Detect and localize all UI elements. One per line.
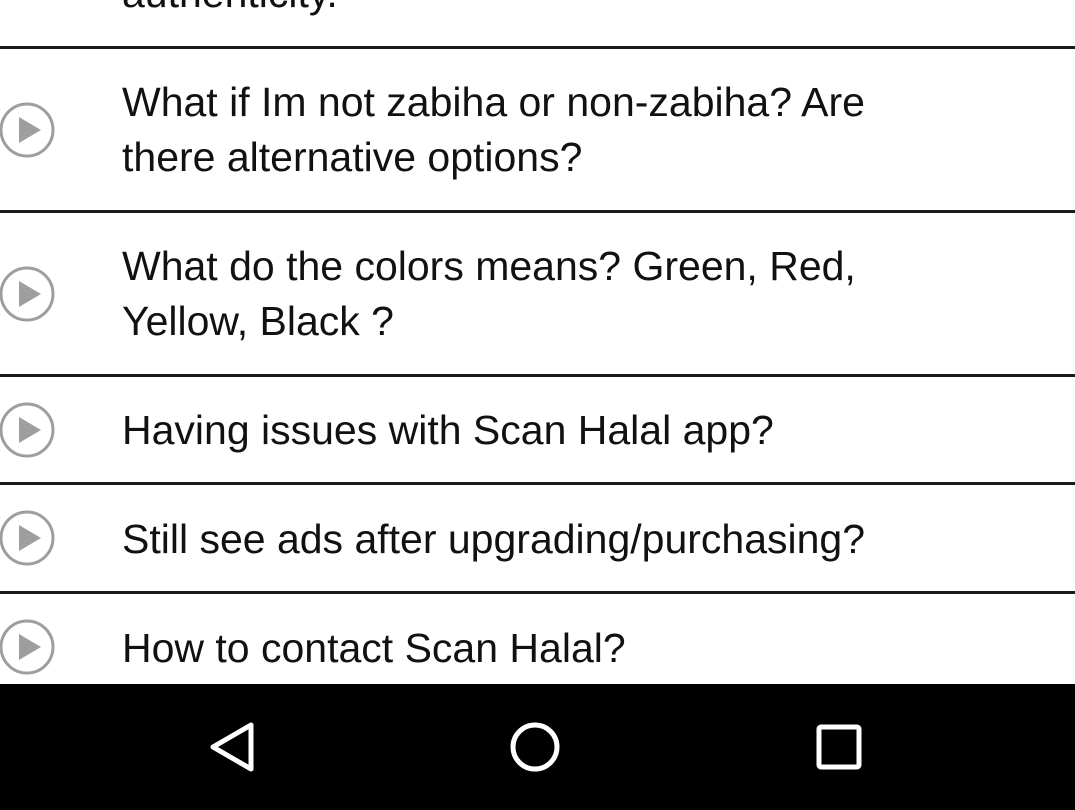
play-circle-icon [0,402,55,458]
faq-item-ads[interactable]: Still see ads after upgrading/purchasing… [0,485,1075,591]
play-circle-icon [0,266,55,322]
recents-icon[interactable] [809,717,869,777]
faq-item-label: Still see ads after upgrading/purchasing… [122,516,866,562]
faq-item-partial[interactable]: authenticity. [0,0,1075,47]
play-circle-icon [0,102,55,158]
screen: authenticity. What if Im not zabiha or n… [0,0,1075,810]
system-nav-bar [0,684,1075,810]
faq-item-label: What do the colors means? Green, Red, Ye… [122,243,856,344]
faq-item-label: Having issues with Scan Halal app? [122,407,774,453]
faq-list: authenticity. What if Im not zabiha or n… [0,0,1075,684]
faq-item-label: What if Im not zabiha or non-zabiha? Are… [122,79,865,180]
faq-item-label: authenticity. [122,0,1015,21]
faq-item-zabiha[interactable]: What if Im not zabiha or non-zabiha? Are… [0,49,1075,211]
play-circle-icon [0,619,55,675]
faq-item-contact[interactable]: How to contact Scan Halal? [0,594,1075,684]
faq-item-issues[interactable]: Having issues with Scan Halal app? [0,377,1075,483]
back-icon[interactable] [203,717,263,777]
faq-item-label: How to contact Scan Halal? [122,625,626,671]
faq-item-colors[interactable]: What do the colors means? Green, Red, Ye… [0,213,1075,375]
play-circle-icon [0,510,55,566]
home-icon[interactable] [505,717,565,777]
